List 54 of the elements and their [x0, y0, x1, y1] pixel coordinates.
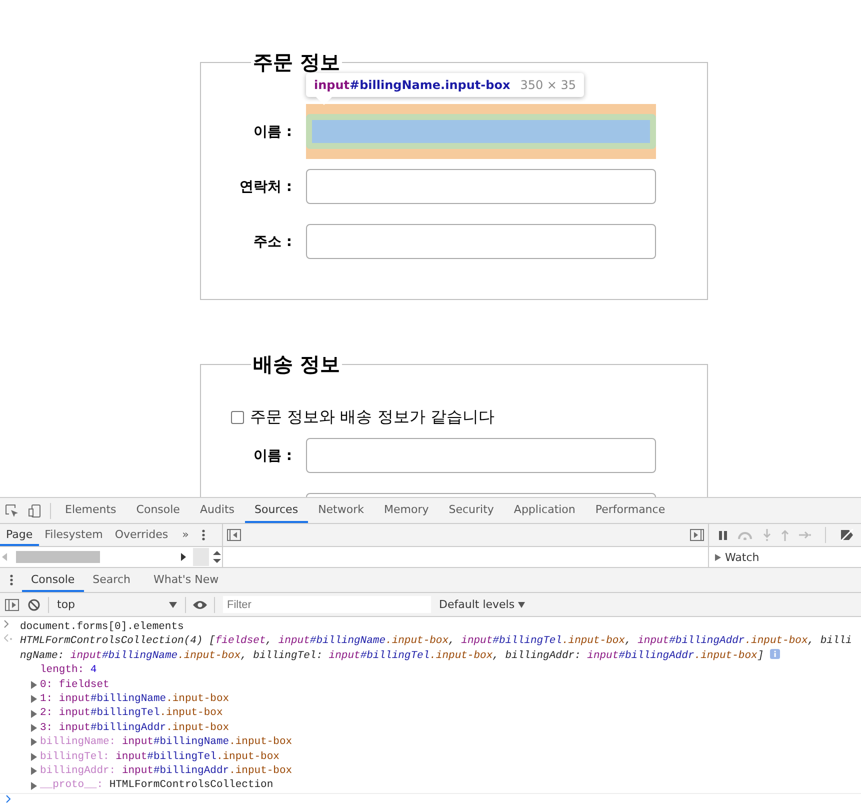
- caret-icon: [518, 602, 526, 608]
- context-selector[interactable]: top: [53, 598, 181, 611]
- prompt-icon: [4, 620, 9, 628]
- pause-icon[interactable]: [719, 530, 727, 540]
- inspect-tooltip: input#billingName.input-box 350 × 35: [306, 73, 584, 97]
- panel-tab[interactable]: Elements: [55, 498, 126, 523]
- property-row[interactable]: 3: input#billingAddr.input-box: [0, 720, 861, 736]
- scrollbar-thumb[interactable]: [16, 551, 100, 563]
- panel-tab[interactable]: Network: [308, 498, 374, 523]
- input-field[interactable]: [306, 438, 656, 473]
- more-tabs-button[interactable]: »: [174, 524, 197, 546]
- sort-icon[interactable]: [212, 550, 222, 564]
- navigator-tab[interactable]: Filesystem: [38, 524, 109, 546]
- section-title: 주문 정보: [252, 50, 341, 74]
- property-row[interactable]: 0: fieldset: [0, 678, 861, 692]
- toggle-navigator-icon[interactable]: [227, 529, 241, 541]
- panel-tab[interactable]: Audits: [190, 498, 245, 523]
- panel-tab[interactable]: Security: [438, 498, 504, 523]
- input-field[interactable]: [306, 114, 656, 149]
- panel-tab[interactable]: Performance: [585, 498, 676, 523]
- watch-section[interactable]: Watch: [709, 547, 861, 567]
- console-result[interactable]: HTMLFormControlsCollection(4) [fieldset, input#billingName.input-box, input#billingTel.input-box, input#billingAddr.input-box, billingName: input#billingName.input-box, billingTel: input#billingTel.input-box, billingAddr: input#billingAddr.input-box]: [20, 634, 861, 664]
- property-row[interactable]: billingTel: input#billingTel.input-box: [0, 750, 861, 764]
- input-field[interactable]: [306, 224, 656, 259]
- filter-field[interactable]: Filter: [223, 596, 431, 613]
- property-row[interactable]: __proto__: HTMLFormControlsCollection: [0, 778, 861, 793]
- field-label: 연락처 :: [238, 178, 292, 196]
- console-command: document.forms[0].elements: [20, 620, 184, 634]
- scroll-corner: [193, 548, 210, 566]
- navigator-tab[interactable]: Overrides: [108, 524, 174, 546]
- panel-tab[interactable]: Application: [504, 498, 586, 523]
- field-label: 이름 :: [252, 122, 292, 140]
- property-row[interactable]: 2: input#billingTel.input-box: [0, 706, 861, 721]
- field-label: 이름 :: [252, 446, 292, 464]
- input-field[interactable]: [306, 169, 656, 204]
- result-icon: [4, 634, 13, 642]
- panel-tab[interactable]: Console: [126, 498, 190, 523]
- deactivate-breakpoints-icon[interactable]: [840, 529, 854, 541]
- field-label: 주소 :: [252, 232, 292, 250]
- expand-arrow-icon[interactable]: [715, 554, 721, 560]
- section-title: 배송 정보: [252, 352, 341, 376]
- toggle-debugger-icon[interactable]: [690, 529, 704, 541]
- prompt-icon: [6, 794, 11, 803]
- property-row[interactable]: 1: input#billingName.input-box: [0, 692, 861, 706]
- drawer-tab[interactable]: What's New: [139, 568, 233, 592]
- drawer-tab[interactable]: Search: [84, 568, 140, 592]
- caret-icon: [169, 602, 177, 608]
- scroll-right-icon[interactable]: [181, 553, 188, 561]
- property-row[interactable]: billingName: input#billingName.input-box: [0, 735, 861, 750]
- property-row-text: length: 4: [39, 663, 98, 678]
- panel-tab[interactable]: Memory: [374, 498, 439, 523]
- property-row[interactable]: billingAddr: input#billingAddr.input-box: [0, 764, 861, 778]
- levels-dropdown[interactable]: Default levels: [435, 598, 530, 611]
- same-info-checkbox[interactable]: 주문 정보와 배송 정보가 같습니다: [231, 406, 707, 428]
